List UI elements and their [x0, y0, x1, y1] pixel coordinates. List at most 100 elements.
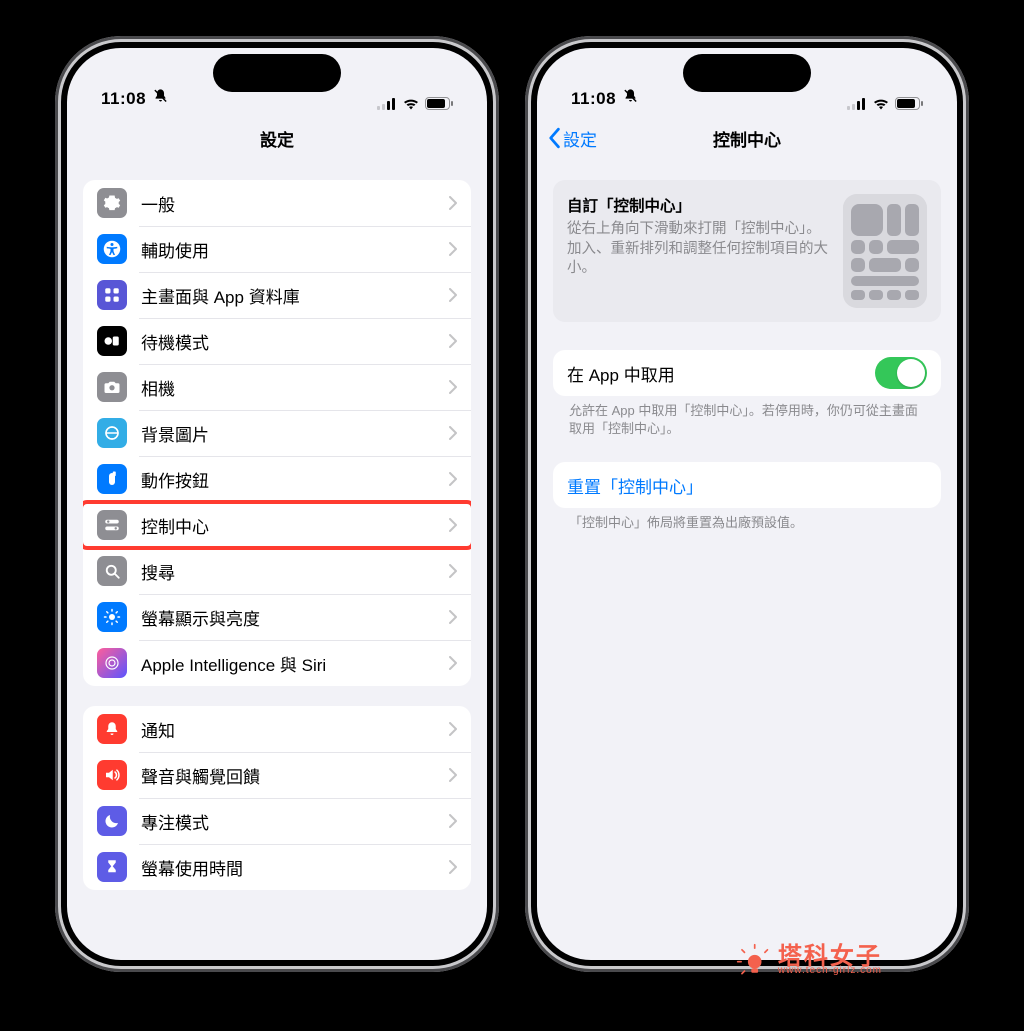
- row-label: 輔助使用: [141, 237, 435, 262]
- row-controlcenter[interactable]: 控制中心: [83, 502, 471, 548]
- row-label: 聲音與觸覺回饋: [141, 763, 435, 788]
- silent-icon: [622, 88, 639, 110]
- hourglass-icon: [97, 852, 127, 882]
- control-center-content[interactable]: 自訂「控制中心」 從右上角向下滑動來打開「控制中心」。加入、重新排列和調整任何控…: [537, 160, 957, 960]
- row-label: 螢幕使用時間: [141, 855, 435, 880]
- row-homescreen[interactable]: 主畫面與 App 資料庫: [83, 272, 471, 318]
- watermark: 塔科女子 www.tech-girlz.com: [736, 943, 882, 977]
- control-center-preview: [843, 194, 927, 308]
- standby-icon: [97, 326, 127, 356]
- reset-footer: 「控制中心」佈局將重置為出廠預設值。: [553, 508, 941, 532]
- battery-icon: [895, 97, 923, 110]
- chevron-right-icon: [449, 518, 457, 532]
- settings-section-1: 一般輔助使用主畫面與 App 資料庫待機模式相機背景圖片動作按鈕控制中心搜尋螢幕…: [83, 180, 471, 686]
- status-time: 11:08: [571, 89, 616, 109]
- reset-section: 重置「控制中心」: [553, 462, 941, 508]
- row-label: Apple Intelligence 與 Siri: [141, 651, 435, 676]
- watermark-sub: www.tech-girlz.com: [778, 966, 882, 976]
- row-label: 搜尋: [141, 559, 435, 584]
- row-accessibility[interactable]: 輔助使用: [83, 226, 471, 272]
- chevron-right-icon: [449, 288, 457, 302]
- bell-icon: [97, 714, 127, 744]
- accessibility-icon: [97, 234, 127, 264]
- row-label: 重置「控制中心」: [567, 473, 927, 498]
- chevron-right-icon: [449, 334, 457, 348]
- gear-icon: [97, 188, 127, 218]
- chevron-right-icon: [449, 242, 457, 256]
- info-card-title: 自訂「控制中心」: [567, 194, 829, 216]
- settings-content[interactable]: 一般輔助使用主畫面與 App 資料庫待機模式相機背景圖片動作按鈕控制中心搜尋螢幕…: [67, 160, 487, 960]
- page-title: 控制中心: [713, 126, 781, 151]
- row-label: 動作按鈕: [141, 467, 435, 492]
- search-icon: [97, 556, 127, 586]
- nav-bar: 設定 控制中心: [537, 116, 957, 160]
- action-icon: [97, 464, 127, 494]
- page-title: 設定: [260, 126, 294, 151]
- chevron-right-icon: [449, 656, 457, 670]
- row-general[interactable]: 一般: [83, 180, 471, 226]
- nav-bar: 設定: [67, 116, 487, 160]
- moon-icon: [97, 806, 127, 836]
- camera-icon: [97, 372, 127, 402]
- wifi-icon: [402, 97, 420, 110]
- row-actionbutton[interactable]: 動作按鈕: [83, 456, 471, 502]
- chevron-right-icon: [449, 814, 457, 828]
- phone-left: 11:08: [55, 36, 499, 972]
- chevron-right-icon: [449, 426, 457, 440]
- brightness-icon: [97, 602, 127, 632]
- toggle-footer: 允許在 App 中取用「控制中心」。若停用時，你仍可從主畫面取用「控制中心」。: [553, 396, 941, 438]
- row-label: 背景圖片: [141, 421, 435, 446]
- status-time: 11:08: [101, 89, 146, 109]
- row-label: 在 App 中取用: [567, 361, 861, 386]
- dynamic-island: [683, 54, 811, 92]
- chevron-right-icon: [449, 860, 457, 874]
- chevron-right-icon: [449, 564, 457, 578]
- wifi-icon: [872, 97, 890, 110]
- back-button[interactable]: 設定: [547, 116, 597, 160]
- wallpaper-icon: [97, 418, 127, 448]
- row-label: 主畫面與 App 資料庫: [141, 283, 435, 308]
- row-label: 螢幕顯示與亮度: [141, 605, 435, 630]
- homegrid-icon: [97, 280, 127, 310]
- row-sounds[interactable]: 聲音與觸覺回饋: [83, 752, 471, 798]
- toggle-access-within-apps[interactable]: [875, 357, 927, 389]
- row-camera[interactable]: 相機: [83, 364, 471, 410]
- row-display[interactable]: 螢幕顯示與亮度: [83, 594, 471, 640]
- lightbulb-icon: [736, 943, 770, 977]
- row-label: 一般: [141, 191, 435, 216]
- customize-info-card[interactable]: 自訂「控制中心」 從右上角向下滑動來打開「控制中心」。加入、重新排列和調整任何控…: [553, 180, 941, 322]
- chevron-right-icon: [449, 380, 457, 394]
- row-label: 專注模式: [141, 809, 435, 834]
- row-label: 通知: [141, 717, 435, 742]
- row-search[interactable]: 搜尋: [83, 548, 471, 594]
- chevron-right-icon: [449, 472, 457, 486]
- row-label: 相機: [141, 375, 435, 400]
- chevron-right-icon: [449, 768, 457, 782]
- silent-icon: [152, 88, 169, 110]
- ai-icon: [97, 648, 127, 678]
- row-notifications[interactable]: 通知: [83, 706, 471, 752]
- screen-settings: 11:08: [67, 48, 487, 960]
- info-card-desc: 從右上角向下滑動來打開「控制中心」。加入、重新排列和調整任何控制項目的大小。: [567, 220, 829, 279]
- chevron-right-icon: [449, 610, 457, 624]
- cellular-icon: [377, 98, 397, 110]
- row-label: 待機模式: [141, 329, 435, 354]
- dynamic-island: [213, 54, 341, 92]
- row-access-within-apps[interactable]: 在 App 中取用: [553, 350, 941, 396]
- row-label: 控制中心: [141, 513, 435, 538]
- back-label: 設定: [563, 126, 597, 151]
- chevron-right-icon: [449, 722, 457, 736]
- toggle-section: 在 App 中取用: [553, 350, 941, 396]
- row-wallpaper[interactable]: 背景圖片: [83, 410, 471, 456]
- chevron-right-icon: [449, 196, 457, 210]
- settings-section-2: 通知聲音與觸覺回饋專注模式螢幕使用時間: [83, 706, 471, 890]
- switches-icon: [97, 510, 127, 540]
- row-screentime[interactable]: 螢幕使用時間: [83, 844, 471, 890]
- phone-right: 11:08: [525, 36, 969, 972]
- row-focus[interactable]: 專注模式: [83, 798, 471, 844]
- row-standby[interactable]: 待機模式: [83, 318, 471, 364]
- cellular-icon: [847, 98, 867, 110]
- row-ai[interactable]: Apple Intelligence 與 Siri: [83, 640, 471, 686]
- row-reset-control-center[interactable]: 重置「控制中心」: [553, 462, 941, 508]
- screen-control-center: 11:08: [537, 48, 957, 960]
